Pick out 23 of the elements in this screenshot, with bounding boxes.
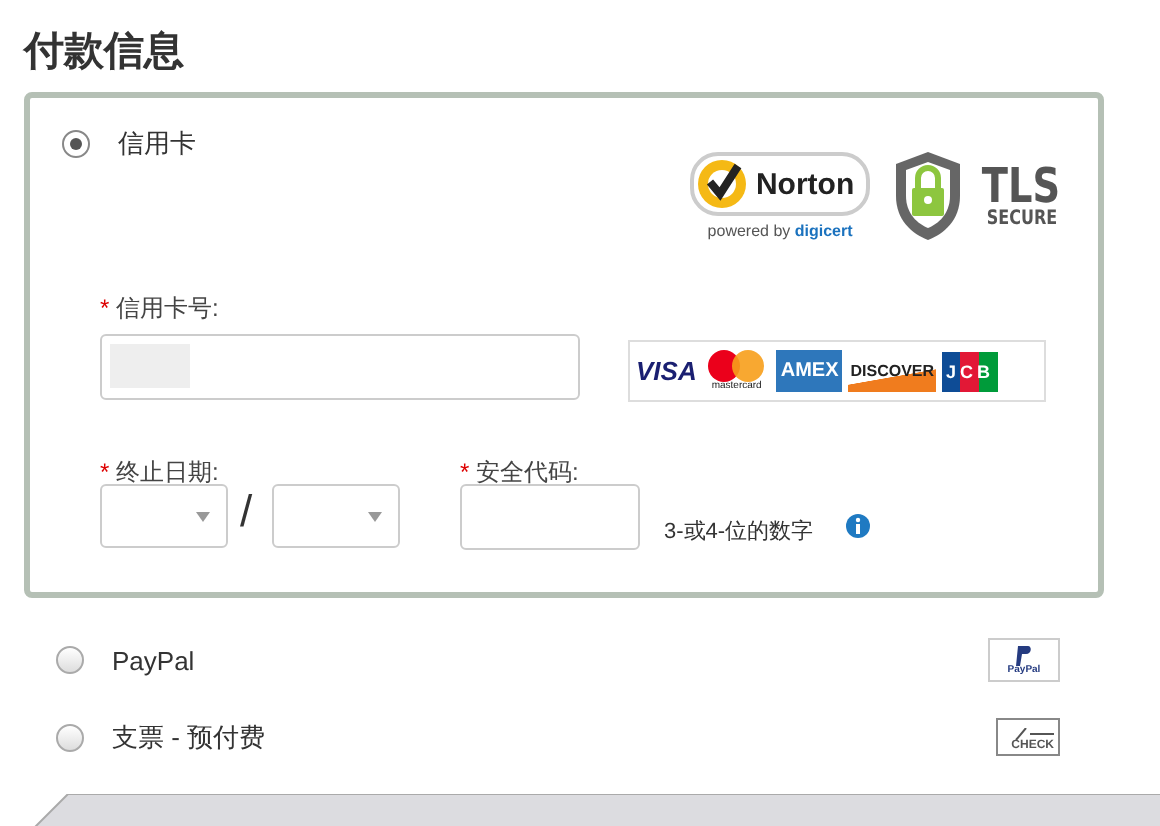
- radio-button[interactable]: [62, 130, 90, 158]
- field-label: 信用卡号:: [116, 294, 219, 322]
- security-code-field[interactable]: [460, 484, 640, 550]
- required-mark: *: [460, 458, 470, 486]
- section-title: 付款信息: [24, 28, 184, 78]
- month-dropdown[interactable]: [100, 484, 228, 548]
- radio-button[interactable]: [56, 646, 84, 674]
- required-mark: *: [100, 294, 110, 322]
- dropdown-caret-icon: [368, 511, 382, 521]
- date-separator: /: [240, 486, 253, 538]
- option-label: PayPal: [112, 645, 195, 675]
- card-number-field[interactable]: [100, 334, 580, 400]
- hint-text: 3-或4-位的数字: [664, 517, 814, 546]
- option-label: 支票 - 预付费: [112, 719, 266, 755]
- info-icon[interactable]: [846, 514, 870, 538]
- year-dropdown[interactable]: [272, 484, 400, 548]
- option-label: 信用卡: [118, 126, 196, 162]
- required-mark: *: [100, 458, 110, 486]
- radio-button[interactable]: [56, 723, 84, 751]
- tls-secure-badge: TLS SECURE: [892, 148, 1070, 244]
- field-label: 安全代码:: [476, 458, 579, 486]
- field-label: 终止日期:: [116, 458, 219, 486]
- dropdown-caret-icon: [196, 511, 210, 521]
